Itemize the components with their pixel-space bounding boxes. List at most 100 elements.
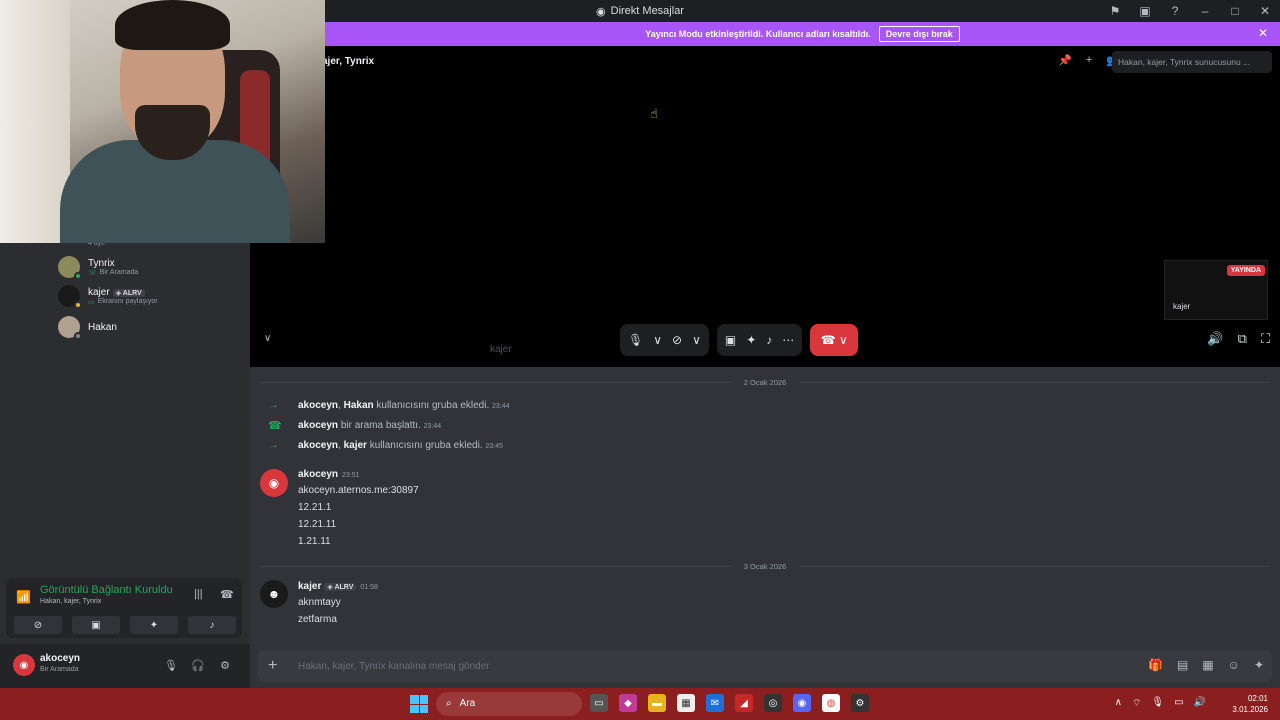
close-window-button[interactable]: ✕ — [1250, 0, 1280, 22]
message-author[interactable]: kajer ◈ ALRV 01:58 — [298, 581, 378, 592]
microphone-icon[interactable]: 🎙 — [162, 656, 180, 674]
end-call-button[interactable]: ☎ ∨ — [810, 324, 859, 356]
screen-icon[interactable]: ▣ — [1130, 0, 1160, 22]
help-icon[interactable]: ? — [1160, 0, 1190, 22]
display-icon[interactable]: ▭ — [1174, 697, 1183, 710]
guild-tag-badge: ◈ ALRV — [112, 288, 145, 297]
system-actor[interactable]: akoceyn — [298, 440, 338, 451]
microphone-icon[interactable]: 🎙 — [628, 333, 643, 347]
sticker-icon[interactable]: ▦ — [1202, 658, 1213, 672]
fullscreen-icon[interactable]: ⛶ — [1261, 331, 1270, 347]
settings-icon[interactable]: ⚙ — [851, 694, 869, 712]
author-name[interactable]: akoceyn — [298, 469, 338, 480]
search-input[interactable]: Hakan, kajer, Tynrix sunucusunu ... — [1112, 51, 1272, 73]
discord-icon: ◉ — [596, 5, 606, 18]
camera-off-icon[interactable]: ⊘ — [672, 333, 682, 347]
app-icon[interactable]: ◢ — [735, 694, 753, 712]
gif-icon[interactable]: ▤ — [1177, 658, 1188, 672]
noise-suppression-icon[interactable]: ||| — [194, 588, 203, 600]
activities-icon[interactable]: ✦ — [746, 333, 756, 347]
headphones-icon[interactable]: 🎧 — [189, 656, 207, 674]
maximize-button[interactable]: □ — [1220, 0, 1250, 22]
add-attachment-icon[interactable]: + — [268, 657, 277, 675]
user-avatar[interactable]: ◉ — [13, 654, 35, 676]
start-button[interactable] — [410, 695, 428, 713]
stream-preview[interactable]: YAYINDA kajer — [1164, 260, 1268, 320]
system-target[interactable]: kajer — [344, 440, 367, 451]
store-icon[interactable]: ▦ — [677, 694, 695, 712]
settings-gear-icon[interactable]: ⚙ — [216, 656, 234, 674]
office-icon[interactable]: ◆ — [619, 694, 637, 712]
member-name: Tynrix — [88, 257, 115, 269]
system-message: → akoceyn, Hakan kullanıcısını gruba ekl… — [268, 399, 510, 411]
message-composer: + Hakan, kajer, Tynrix kanalına mesaj gö… — [250, 644, 1280, 688]
popout-icon[interactable]: ⧉ — [1238, 331, 1247, 347]
camera-options-chevron-icon[interactable]: ∨ — [692, 333, 701, 347]
member-item[interactable]: Hakan — [58, 316, 117, 340]
system-target[interactable]: Hakan — [344, 400, 374, 411]
user-name[interactable]: akoceyn — [40, 653, 80, 664]
soundboard-icon[interactable]: ♪ — [766, 333, 772, 347]
task-view-icon[interactable]: ▭ — [590, 694, 608, 712]
member-status-text: Bir Aramada — [99, 269, 139, 276]
banner-close-icon[interactable]: ✕ — [1258, 26, 1268, 40]
screen-share-button[interactable]: ▣ — [72, 616, 120, 634]
member-item[interactable]: Tynrix ☏ Bir Aramada — [58, 256, 139, 280]
message-avatar[interactable]: ◉ — [260, 469, 288, 497]
call-view: ajer, Tynrix 📌 + 👥 Hakan, kajer, Tynrix … — [250, 46, 1280, 367]
signal-icon[interactable]: 📶 — [16, 590, 31, 604]
soundboard-button[interactable]: ♪ — [188, 616, 236, 634]
volume-icon[interactable]: 🔊 — [1207, 331, 1223, 347]
member-item[interactable]: kajer ◈ ALRV ▭ Ekranını paylaşıyor — [58, 285, 158, 309]
arrow-right-icon: → — [268, 439, 279, 451]
disconnect-icon[interactable]: ☎ — [220, 588, 234, 601]
activity-control-group: ▣ ✦ ♪ ⋯ — [716, 324, 803, 356]
camera-toggle-button[interactable]: ⊘ — [14, 616, 62, 634]
voice-status-title: Görüntülü Bağlantı Kuruldu — [40, 584, 173, 596]
emoji-icon[interactable]: ☺ — [1228, 658, 1240, 672]
tray-chevron-icon[interactable]: ∧ — [1115, 697, 1122, 710]
gift-icon[interactable]: 🎁 — [1148, 658, 1163, 672]
message-input[interactable]: + Hakan, kajer, Tynrix kanalına mesaj gö… — [258, 650, 1272, 682]
message-avatar[interactable]: ☻ — [260, 580, 288, 608]
message-line: 1.21.11 — [298, 536, 331, 547]
clock[interactable]: 02:01 3.01.2026 — [1232, 693, 1268, 715]
member-info: kajer ◈ ALRV ▭ Ekranını paylaşıyor — [88, 287, 158, 306]
clock-time: 02:01 — [1247, 694, 1268, 703]
taskbar-apps: ▭ ◆ ▬ ▦ ✉ ◢ ◎ ◉ ◍ ⚙ — [590, 694, 869, 712]
file-explorer-icon[interactable]: ▬ — [648, 694, 666, 712]
more-options-icon[interactable]: ⋯ — [782, 333, 794, 347]
steam-icon[interactable]: ◎ — [764, 694, 782, 712]
chevron-down-icon[interactable]: ∨ — [264, 333, 271, 344]
screen-share-icon[interactable]: ▣ — [725, 333, 736, 347]
system-actor[interactable]: akoceyn — [298, 420, 338, 431]
taskbar-search[interactable]: ⌕ Ara — [436, 692, 582, 716]
chrome-icon[interactable]: ◍ — [822, 694, 840, 712]
network-icon[interactable]: ⌔ — [1132, 697, 1141, 710]
system-tray: ∧ ⌔ 🎙 ▭ 🔊 — [1115, 697, 1206, 710]
window-title: Direkt Mesajlar — [610, 5, 684, 17]
date-divider: 2 Ocak 2026 — [250, 378, 1280, 387]
pin-icon[interactable]: 📌 — [1058, 54, 1072, 67]
add-friend-icon[interactable]: + — [1086, 54, 1092, 67]
member-status: ▭ Ekranını paylaşıyor — [88, 298, 158, 306]
message-author[interactable]: akoceyn 23:51 — [298, 469, 360, 480]
discord-icon[interactable]: ◉ — [793, 694, 811, 712]
speaker-icon[interactable]: 🔊 — [1194, 697, 1206, 710]
inbox-icon[interactable]: ⚑ — [1100, 0, 1130, 22]
disable-streamer-mode-button[interactable]: Devre dışı bırak — [878, 26, 960, 42]
author-name[interactable]: kajer — [298, 581, 321, 592]
apps-icon[interactable]: ✦ — [1254, 658, 1264, 672]
stream-watermark: kajer — [490, 344, 512, 355]
system-actor[interactable]: akoceyn — [298, 400, 338, 411]
timestamp: 23:51 — [342, 472, 360, 479]
mic-tray-icon[interactable]: 🎙 — [1151, 697, 1164, 710]
windows-taskbar: ⌕ Ara ▭ ◆ ▬ ▦ ✉ ◢ ◎ ◉ ◍ ⚙ ∧ ⌔ 🎙 ▭ 🔊 02:01… — [0, 688, 1280, 720]
mic-options-chevron-icon[interactable]: ∨ — [653, 333, 662, 347]
mail-icon[interactable]: ✉ — [706, 694, 724, 712]
call-controls: 🎙 ∨ ⊘ ∨ ▣ ✦ ♪ ⋯ ☎ ∨ — [620, 324, 859, 356]
message-line: 12.21.11 — [298, 519, 337, 530]
window-controls: ⚑ ▣ ? – □ ✕ — [1100, 0, 1280, 22]
minimize-button[interactable]: – — [1190, 0, 1220, 22]
activities-button[interactable]: ✦ — [130, 616, 178, 634]
